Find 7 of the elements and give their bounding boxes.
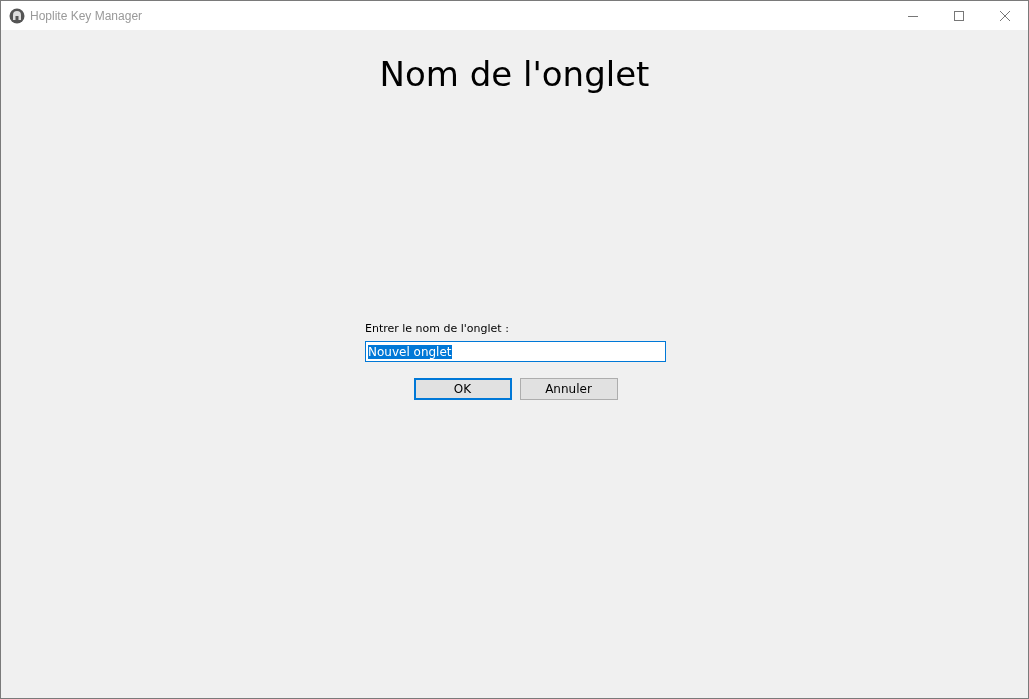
input-field[interactable]: Nouvel onglet [365,341,666,362]
ok-button[interactable]: OK [413,378,512,400]
helmet-icon [9,7,25,24]
window-title: Hoplite Key Manager [30,8,143,23]
cancel-button[interactable]: Annuler [519,378,618,400]
field-label: Entrer le nom de l'onglet : [365,322,509,335]
dialog-heading: Nom de l'onglet [379,54,650,94]
